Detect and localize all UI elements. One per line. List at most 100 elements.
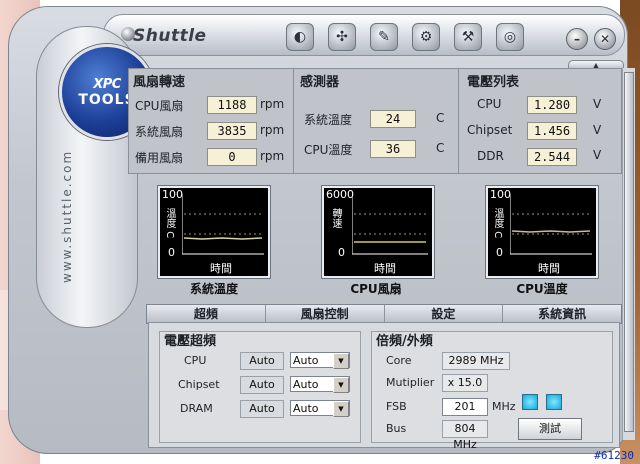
graph-bottom-value: 0 [338, 246, 345, 259]
logo-line-1: XPC [93, 76, 121, 92]
lifebuoy-icon[interactable]: ◎ [496, 23, 524, 51]
sensor-label: 系統溫度 [304, 113, 353, 127]
voltage-unit: V [593, 97, 602, 111]
voltage-label: Chipset [467, 123, 513, 137]
chipset-voltage-select[interactable]: Auto ▼ [290, 376, 350, 393]
tab-system-info[interactable]: 系統資訊 [503, 305, 621, 323]
side-logo-pill: XPC TOOLS [36, 26, 155, 328]
test-button[interactable]: 測試 [518, 418, 582, 440]
graph-x-label: 時間 [210, 262, 232, 275]
sensor-title: 感測器 [300, 75, 340, 90]
sensor-panel: 感測器 系統溫度 24 C CPU溫度 36 C [293, 68, 459, 174]
fan-label: CPU風扇 [135, 99, 184, 113]
image-tag: #61230 [594, 449, 634, 462]
fsb-label: FSB [386, 400, 407, 413]
graph-top-value: 100 [162, 188, 183, 201]
wrench-icon[interactable]: ✎ [370, 23, 398, 51]
series-line [183, 237, 263, 240]
voltage-value: 1.456 [527, 122, 577, 140]
multiplier-label: Mutiplier [386, 376, 435, 389]
fan-speed-panel: 風扇轉速 CPU風扇 1188 rpm 系統風扇 3835 rpm 備用風扇 0… [128, 68, 294, 174]
select-value: Auto [293, 402, 319, 415]
select-value: Auto [293, 354, 319, 367]
side-url: www.shuttle.com [60, 149, 74, 283]
overvolt-current: Auto [240, 352, 284, 370]
voltage-title: 電壓列表 [467, 75, 520, 90]
graph-title: 系統溫度 [189, 282, 238, 296]
dropdown-arrow-icon[interactable]: ▼ [333, 401, 349, 417]
close-button[interactable]: ✕ [594, 28, 616, 50]
dropdown-arrow-icon[interactable]: ▼ [333, 353, 349, 369]
fsb-unit: MHz [492, 400, 516, 413]
bus-label: Bus [386, 422, 407, 435]
voltage-label: DDR [477, 149, 504, 163]
graph-bottom-value: 0 [496, 246, 503, 259]
graph-title: CPU風扇 [350, 282, 402, 296]
voltage-value: 1.280 [527, 96, 577, 114]
brand-name: Shuttle [133, 26, 207, 46]
dropdown-arrow-icon[interactable]: ▼ [333, 377, 349, 393]
system-temp-graph: 100 0 溫度 C 時間 [157, 185, 271, 279]
series-line [511, 230, 591, 233]
sensor-value: 36 [370, 140, 416, 158]
overvolt-label: Chipset [178, 378, 220, 391]
fan-label: 備用風扇 [135, 151, 184, 165]
fan-speed-title: 風扇轉速 [133, 75, 186, 90]
graph-x-label: 時間 [374, 262, 396, 275]
tab-settings[interactable]: 設定 [385, 305, 504, 323]
fan-value: 3835 [207, 122, 257, 140]
cpu-voltage-select[interactable]: Auto ▼ [290, 352, 350, 369]
overvolt-title: 電壓超頻 [164, 334, 217, 349]
overvolt-current: Auto [240, 400, 284, 418]
voltage-unit: V [593, 148, 602, 162]
fan-value: 0 [207, 148, 257, 166]
tab-fan-control[interactable]: 風扇控制 [266, 305, 385, 323]
graph-top-value: 100 [490, 188, 511, 201]
voltage-unit: V [593, 123, 602, 137]
overvolt-panel: 電壓超頻 CPU Auto Auto ▼ Chipset Auto Auto ▼ D… [159, 331, 361, 443]
multiplier-title: 倍頻/外頻 [376, 334, 433, 349]
bus-value: 804 MHz [442, 420, 488, 451]
core-label: Core [386, 354, 412, 367]
fan-unit: rpm [260, 123, 285, 137]
graph-title: CPU溫度 [516, 282, 568, 296]
cpu-temp-graph: 100 0 溫度 C 時間 [485, 185, 599, 279]
fsb-increase-button[interactable] [546, 394, 562, 410]
sensor-unit: C [436, 141, 445, 155]
multiplier-value: x 15.0 [442, 374, 488, 392]
sensor-label: CPU溫度 [304, 143, 353, 157]
tools-icon[interactable]: ⚒ [454, 23, 482, 51]
fan-label: 系統風扇 [135, 125, 184, 139]
fan-unit: rpm [260, 97, 285, 111]
fan-value: 1188 [207, 96, 257, 114]
fan-icon[interactable]: ✣ [328, 23, 356, 51]
voltage-panel: 電壓列表 CPU 1.280 V Chipset 1.456 V DDR 2.5… [458, 68, 622, 174]
graph-y-label: 轉速 [330, 208, 341, 228]
scrollbar[interactable] [622, 68, 635, 440]
graph-y-label: 溫度 C [492, 208, 503, 239]
fsb-decrease-button[interactable] [522, 394, 538, 410]
dram-voltage-select[interactable]: Auto ▼ [290, 400, 350, 417]
sensor-value: 24 [370, 110, 416, 128]
overvolt-current: Auto [240, 376, 284, 394]
voltage-value: 2.544 [527, 148, 577, 166]
graph-plot [182, 194, 264, 255]
xpc-tools-window: Shuttle ◐ ✣ ✎ ⚙ ⚒ ◎ – ✕ ▲ XPC TOOLS www.… [8, 6, 635, 454]
multiplier-panel: 倍頻/外頻 Core 2989 MHz Mutiplier x 15.0 FSB… [371, 331, 613, 451]
fan-unit: rpm [260, 149, 285, 163]
select-value: Auto [293, 378, 319, 391]
monitor-icon[interactable]: ◐ [286, 23, 314, 51]
gear-icon[interactable]: ⚙ [412, 23, 440, 51]
graph-y-label: 溫度 C [164, 208, 175, 239]
scrollbar-thumb[interactable] [624, 72, 634, 432]
cpu-fan-graph: 6000 0 轉速 時間 [321, 185, 435, 279]
tab-overclock[interactable]: 超頻 [147, 305, 266, 323]
voltage-label: CPU [477, 97, 502, 111]
fsb-input[interactable]: 201 [442, 398, 488, 416]
graph-bottom-value: 0 [168, 246, 175, 259]
tab-bar: 超頻 風扇控制 設定 系統資訊 [146, 304, 622, 324]
overvolt-label: DRAM [180, 402, 213, 415]
sensor-unit: C [436, 111, 445, 125]
overvolt-label: CPU [184, 354, 207, 367]
minimize-button[interactable]: – [566, 28, 588, 50]
